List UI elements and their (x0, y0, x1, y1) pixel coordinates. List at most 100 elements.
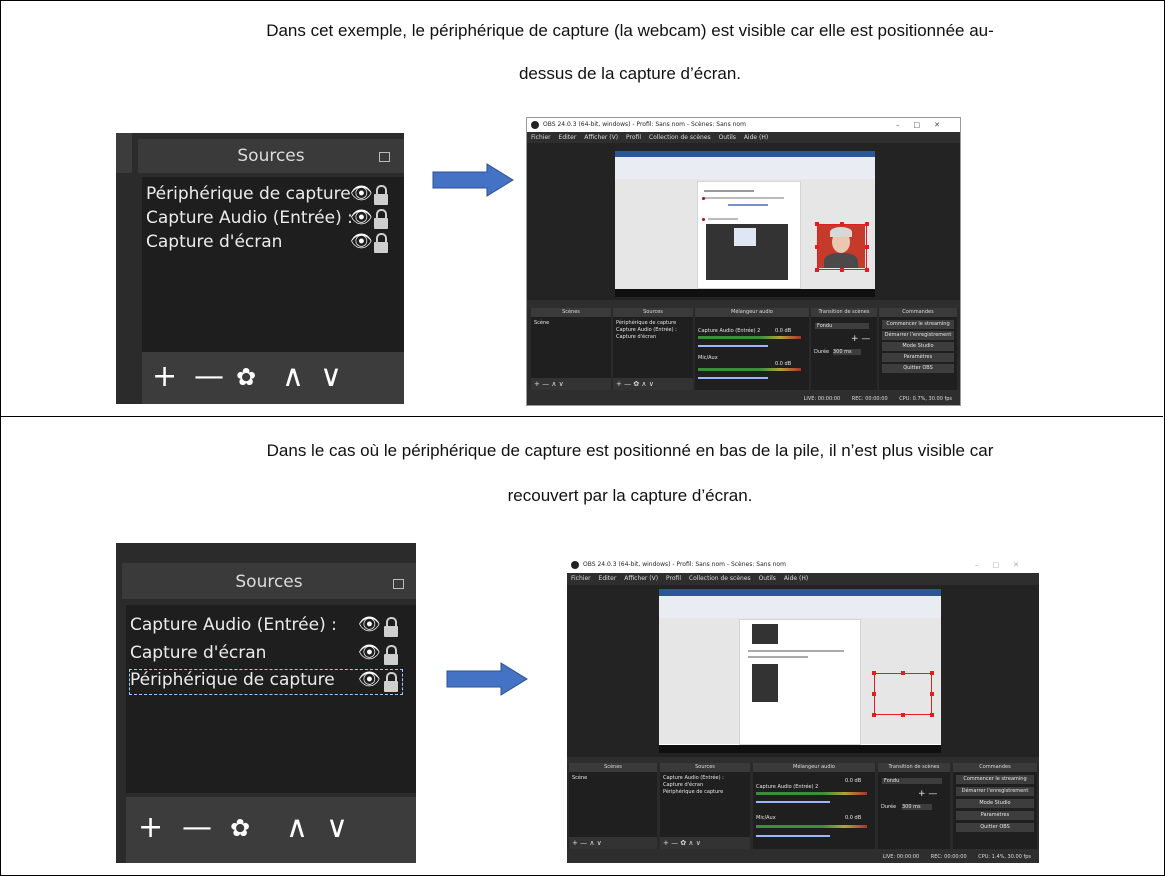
visibility-eye-icon[interactable]: 👁 (358, 642, 381, 663)
menu-profil[interactable]: Profil (626, 134, 641, 141)
lock-icon[interactable] (384, 617, 398, 637)
mini-source-3[interactable]: Périphérique de capture (663, 789, 723, 795)
volume-slider[interactable] (756, 801, 830, 803)
menu-aide[interactable]: Aide (H) (784, 575, 808, 582)
menu-aide[interactable]: Aide (H) (744, 134, 768, 141)
source-item-capture-ecran[interactable]: Capture d'écran (146, 232, 282, 252)
float-dock-icon[interactable] (393, 579, 404, 589)
move-up-button[interactable]: ∧ (282, 362, 304, 392)
start-streaming-button[interactable]: Commencer le streaming (956, 775, 1034, 784)
studio-mode-button[interactable]: Mode Studio (882, 342, 954, 351)
transition-add-remove[interactable]: + — (918, 789, 937, 799)
exit-obs-button[interactable]: Quitter OBS (882, 364, 954, 373)
menu-editer[interactable]: Editer (599, 575, 617, 582)
sources-mini-toolbar[interactable]: + — ✿ ∧ ∨ (613, 378, 693, 390)
exit-obs-button[interactable]: Quitter OBS (956, 823, 1034, 832)
studio-mode-button[interactable]: Mode Studio (956, 799, 1034, 808)
visibility-eye-icon[interactable]: 👁 (358, 614, 381, 635)
dock-sources-title: Sources (613, 308, 693, 317)
add-source-button[interactable]: + (138, 813, 163, 843)
source-item-capture-audio[interactable]: Capture Audio (Entrée) : (146, 208, 353, 228)
scenes-toolbar[interactable]: + — ∧ ∨ (531, 378, 611, 390)
dock-controls-title: Commandes (953, 763, 1037, 772)
mini-source-3[interactable]: Capture d'écran (616, 334, 656, 340)
lock-icon[interactable] (384, 672, 398, 692)
source-item-peripherique[interactable]: Périphérique de capture (146, 184, 351, 204)
status-live: LIVE: 00:00:00 (803, 396, 841, 402)
window-controls[interactable]: –□✕ (975, 557, 1033, 573)
start-streaming-button[interactable]: Commencer le streaming (882, 320, 954, 329)
menu-fichier[interactable]: Fichier (571, 575, 591, 582)
menu-outils[interactable]: Outils (759, 575, 776, 582)
mixer-track-1-db: 0.0 dB (775, 328, 792, 334)
mini-source-2[interactable]: Capture Audio (Entrée) : (616, 327, 677, 333)
dock-scenes: Scènes Scène + — ∧ ∨ (569, 763, 657, 849)
selection-box[interactable] (872, 671, 934, 717)
status-rec: REC: 00:00:00 (930, 854, 967, 860)
move-down-button[interactable]: ∨ (320, 362, 342, 392)
sources-list: Périphérique de capture Capture Audio (E… (142, 177, 404, 353)
start-recording-button[interactable]: Démarrer l'enregistrement (882, 331, 954, 340)
adjacent-dock-edge (116, 133, 132, 173)
move-up-button[interactable]: ∧ (286, 813, 308, 843)
obs-preview[interactable] (527, 143, 960, 300)
scene-item[interactable]: Scène (572, 775, 587, 781)
scene-item[interactable]: Scène (534, 320, 549, 326)
transition-select[interactable]: Fondu (815, 323, 869, 329)
settings-button[interactable]: Paramètres (882, 353, 954, 362)
visibility-eye-icon[interactable]: 👁 (358, 669, 381, 690)
float-dock-icon[interactable] (379, 152, 390, 162)
menu-afficher[interactable]: Afficher (V) (624, 575, 658, 582)
window-controls[interactable]: –□✕ (896, 118, 954, 132)
duration-input[interactable]: 300 ms (833, 349, 861, 355)
paragraph-1-line-2: dessus de la capture d’écran. (518, 64, 742, 83)
obs-window-2: OBS 24.0.3 (64-bit, windows) - Profil: S… (567, 557, 1039, 863)
sources-panel-zoom-2: Sources Capture Audio (Entrée) : Capture… (116, 543, 416, 863)
remove-source-button[interactable]: — (182, 813, 212, 843)
sources-mini-toolbar[interactable]: + — ✿ ∧ ∨ (660, 837, 750, 849)
status-cpu: CPU: 1.4%, 30.00 fps (978, 854, 1031, 860)
dock-transitions: Transition de scènes Fondu + — Durée 300… (878, 763, 950, 849)
start-recording-button[interactable]: Démarrer l'enregistrement (956, 787, 1034, 796)
add-source-button[interactable]: + (152, 362, 177, 392)
mini-source-1[interactable]: Périphérique de capture (616, 320, 676, 326)
sources-list: Capture Audio (Entrée) : Capture d'écran… (126, 605, 416, 793)
menu-editer[interactable]: Editer (559, 134, 577, 141)
volume-slider[interactable] (756, 835, 830, 837)
transition-select[interactable]: Fondu (882, 778, 942, 784)
visibility-eye-icon[interactable]: 👁 (350, 183, 373, 204)
duration-label: Durée (881, 804, 897, 810)
source-settings-gear-icon[interactable]: ✿ (230, 813, 250, 843)
lock-icon[interactable] (384, 645, 398, 665)
menu-outils[interactable]: Outils (719, 134, 736, 141)
menu-afficher[interactable]: Afficher (V) (584, 134, 618, 141)
move-down-button[interactable]: ∨ (326, 813, 348, 843)
duration-input[interactable]: 300 ms (902, 804, 932, 810)
volume-slider[interactable] (698, 377, 768, 379)
lock-icon[interactable] (374, 185, 388, 205)
source-settings-gear-icon[interactable]: ✿ (236, 362, 256, 392)
transition-add-remove[interactable]: + — (851, 334, 870, 344)
lock-icon[interactable] (374, 233, 388, 253)
source-item-capture-audio[interactable]: Capture Audio (Entrée) : (130, 615, 337, 635)
visibility-eye-icon[interactable]: 👁 (350, 207, 373, 228)
audio-meter (756, 792, 867, 795)
source-item-capture-ecran[interactable]: Capture d'écran (130, 643, 266, 663)
selection-box[interactable] (815, 222, 869, 272)
remove-source-button[interactable]: — (194, 362, 224, 392)
dock-controls: Commandes Commencer le streaming Démarre… (953, 763, 1037, 849)
menu-fichier[interactable]: Fichier (531, 134, 551, 141)
obs-preview[interactable] (567, 585, 1039, 757)
audio-meter (698, 368, 801, 371)
obs-status-bar: LIVE: 00:00:00 REC: 00:00:00 CPU: 0.7%, … (527, 393, 960, 405)
menu-collection[interactable]: Collection de scènes (649, 134, 711, 141)
visibility-eye-icon[interactable]: 👁 (350, 231, 373, 252)
lock-icon[interactable] (374, 209, 388, 229)
scenes-toolbar[interactable]: + — ∧ ∨ (569, 837, 657, 849)
mini-source-1[interactable]: Capture Audio (Entrée) : (663, 775, 724, 781)
settings-button[interactable]: Paramètres (956, 811, 1034, 820)
volume-slider[interactable] (698, 345, 768, 347)
menu-collection[interactable]: Collection de scènes (689, 575, 751, 582)
mini-source-2[interactable]: Capture d'écran (663, 782, 703, 788)
menu-profil[interactable]: Profil (666, 575, 681, 582)
